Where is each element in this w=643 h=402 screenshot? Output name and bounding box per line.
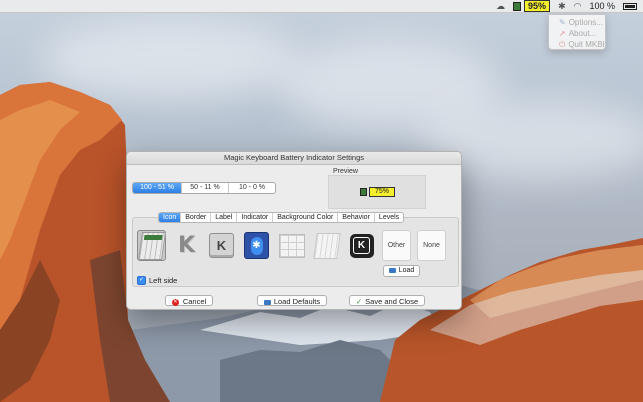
menu-item-about[interactable]: ➚ About... bbox=[549, 28, 605, 39]
menu-item-quit[interactable]: ⏻ Quit MKBI bbox=[549, 39, 605, 50]
left-side-option: ✓ Left side bbox=[137, 276, 177, 285]
cancel-icon: ✕ bbox=[171, 298, 179, 306]
tab-background-color[interactable]: Background Color bbox=[272, 213, 337, 222]
battery-icon[interactable] bbox=[623, 2, 637, 10]
tab-icon[interactable]: Icon bbox=[159, 213, 181, 222]
bluetooth-icon[interactable]: ✱ bbox=[558, 0, 566, 12]
tab-levels[interactable]: Levels bbox=[373, 213, 403, 222]
keyboard-green-icon bbox=[137, 231, 166, 260]
load-icon-button[interactable]: Load bbox=[383, 265, 420, 277]
preview-percent: 75% bbox=[369, 187, 396, 197]
keyboard-battery-percent: 95% bbox=[524, 0, 551, 12]
level-selector: 100 - 51 % 50 - 11 % 10 - 0 % bbox=[132, 182, 276, 194]
keyboard-light-icon bbox=[312, 232, 341, 259]
settings-tabs: Icon Border Label Indicator Background C… bbox=[158, 212, 405, 223]
tab-indicator[interactable]: Indicator bbox=[236, 213, 272, 222]
power-icon: ⏻ bbox=[559, 40, 566, 49]
icon-option-bluetooth[interactable]: ✱ bbox=[242, 230, 271, 261]
cloud-icon[interactable]: ☁ bbox=[496, 0, 505, 12]
bluetooth-keyboard-icon: ✱ bbox=[244, 232, 269, 259]
save-and-close-button[interactable]: ✓ Save and Close bbox=[349, 295, 425, 306]
key-k-icon: K bbox=[209, 233, 234, 258]
k-letter-icon: K bbox=[177, 233, 196, 258]
icon-option-other[interactable]: Other bbox=[382, 230, 411, 261]
preview-indicator: 75% bbox=[360, 187, 396, 197]
tab-label[interactable]: Label bbox=[210, 213, 236, 222]
left-side-checkbox[interactable]: ✓ bbox=[137, 276, 146, 285]
folder-icon bbox=[388, 267, 396, 273]
icon-option-none[interactable]: None bbox=[417, 230, 446, 261]
level-option-mid[interactable]: 50 - 11 % bbox=[181, 183, 228, 193]
wifi-icon[interactable]: ◠ bbox=[574, 0, 582, 12]
wrench-icon: ✎ bbox=[559, 18, 566, 27]
icon-option-keyboard-green[interactable] bbox=[137, 230, 166, 261]
tab-border[interactable]: Border bbox=[180, 213, 210, 222]
keyboard-battery-icon bbox=[513, 1, 522, 11]
check-icon: ✓ bbox=[355, 297, 363, 306]
cancel-button[interactable]: ✕ Cancel bbox=[165, 295, 213, 306]
menu-item-options[interactable]: ✎ Options... bbox=[549, 17, 605, 28]
rocket-icon: ➚ bbox=[559, 29, 566, 38]
icon-option-dark-k[interactable]: K bbox=[347, 230, 376, 261]
folder-icon bbox=[263, 299, 271, 305]
status-dropdown-menu: ✎ Options... ➚ About... ⏻ Quit MKBI bbox=[548, 14, 606, 50]
icon-option-keys-grid[interactable] bbox=[277, 230, 306, 261]
system-battery-percent[interactable]: 100 % bbox=[589, 0, 615, 12]
level-option-low[interactable]: 10 - 0 % bbox=[228, 183, 275, 193]
icon-option-key-k[interactable]: K bbox=[207, 230, 236, 261]
keys-grid-icon bbox=[278, 233, 305, 258]
preview-label: Preview bbox=[333, 168, 358, 175]
menu-bar: ☁ 95% ✱ ◠ 100 % bbox=[0, 0, 643, 13]
preview-keyboard-icon bbox=[360, 188, 367, 196]
load-defaults-button[interactable]: Load Defaults bbox=[257, 295, 327, 306]
keyboard-battery-status-item[interactable]: 95% bbox=[513, 0, 551, 12]
level-option-high[interactable]: 100 - 51 % bbox=[133, 183, 181, 193]
icon-options: K K ✱ K Other None bbox=[137, 230, 446, 261]
settings-window: Magic Keyboard Battery Indicator Setting… bbox=[126, 151, 462, 310]
left-side-label: Left side bbox=[149, 276, 178, 285]
icon-option-big-k[interactable]: K bbox=[172, 230, 201, 261]
dark-k-icon: K bbox=[349, 233, 374, 258]
window-title[interactable]: Magic Keyboard Battery Indicator Setting… bbox=[127, 152, 461, 165]
tab-behavior[interactable]: Behavior bbox=[337, 213, 374, 222]
icon-option-keyboard-light[interactable] bbox=[312, 230, 341, 261]
preview-box: 75% bbox=[328, 175, 426, 209]
